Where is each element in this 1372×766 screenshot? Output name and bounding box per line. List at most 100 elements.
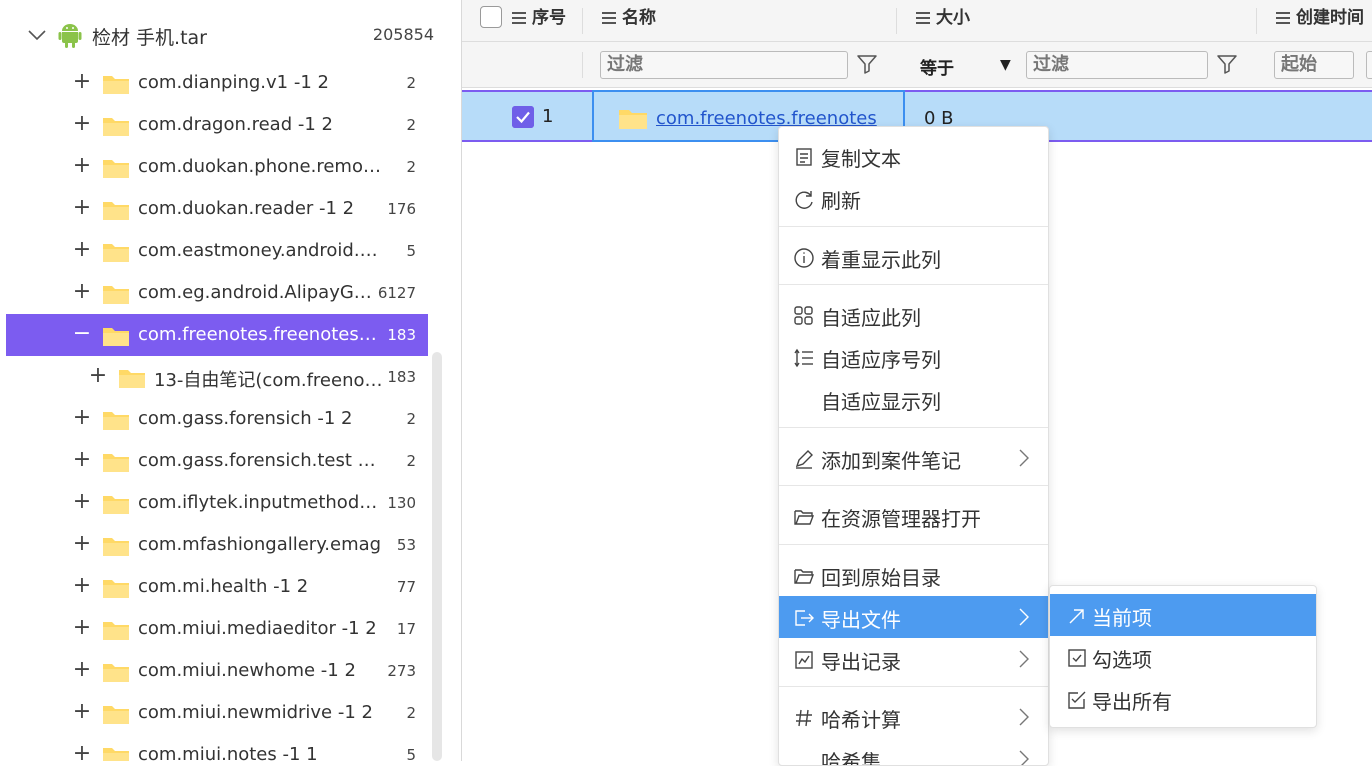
expand-icon[interactable]: + (72, 617, 92, 640)
tree-item-count: 2 (406, 158, 416, 176)
name-filter-input[interactable]: 过滤 (600, 51, 848, 79)
folder-icon (103, 328, 129, 346)
expand-icon[interactable]: + (72, 491, 92, 514)
col-header-size-label: 大小 (936, 8, 970, 28)
expand-icon[interactable]: + (72, 659, 92, 682)
menu-item-refresh[interactable]: 刷新 (779, 177, 1048, 219)
tree-item[interactable]: + com.duokan.reader -1 2 176 (6, 188, 428, 230)
menu-item-hash-set[interactable]: 哈希集 (779, 738, 1048, 766)
menu-item-goto-original[interactable]: 回到原始目录 (779, 554, 1048, 596)
filter-icon[interactable] (1216, 53, 1238, 75)
select-all-checkbox[interactable] (480, 6, 502, 28)
caret-down-icon[interactable]: ▼ (1000, 57, 1011, 73)
chevron-right-icon (1019, 750, 1029, 765)
tree-item[interactable]: + com.miui.notes -1 1 5 (6, 734, 428, 761)
folder-icon (103, 580, 129, 598)
expand-icon[interactable]: + (72, 239, 92, 262)
date-start-input[interactable]: 起始 (1274, 51, 1354, 79)
folder-icon (103, 706, 129, 724)
menu-item-highlight[interactable]: 着重显示此列 (779, 236, 1048, 278)
column-menu-icon (916, 12, 930, 24)
submenu-item-label: 导出所有 (1092, 690, 1172, 714)
menu-item-export-files[interactable]: 导出文件 (779, 596, 1048, 638)
tree-item[interactable]: − com.freenotes.freenotes -1 2 183 (6, 314, 428, 356)
tree-item[interactable]: + com.miui.mediaeditor -1 2 17 (6, 608, 428, 650)
submenu-item[interactable]: 勾选项 (1050, 636, 1316, 678)
expand-icon[interactable]: + (72, 197, 92, 220)
menu-item-label: 添加到案件笔记 (821, 449, 961, 473)
col-separator[interactable] (1256, 8, 1257, 34)
size-filter-input[interactable]: 过滤 (1026, 51, 1208, 79)
menu-separator (779, 226, 1048, 227)
tree-item[interactable]: + com.dianping.v1 -1 2 2 (6, 62, 428, 104)
tree-item[interactable]: + com.miui.newmidrive -1 2 2 (6, 692, 428, 734)
tree-item-label: com.miui.mediaeditor -1 2 (138, 618, 377, 639)
tree-item-label: com.mfashiongallery.emag (138, 534, 382, 555)
expand-icon[interactable]: + (72, 449, 92, 472)
edit-icon (795, 450, 813, 469)
submenu-item[interactable]: 导出所有 (1050, 678, 1316, 720)
tree-item-label: com.gass.forensich.test -1 2 (138, 450, 382, 471)
menu-item-open-explorer[interactable]: 在资源管理器打开 (779, 495, 1048, 537)
menu-item-add-note[interactable]: 添加到案件笔记 (779, 437, 1048, 479)
folder-icon (619, 110, 647, 129)
chevron-right-icon (1019, 650, 1029, 668)
submenu-item-label: 勾选项 (1092, 648, 1152, 672)
date-end-input[interactable] (1366, 51, 1372, 79)
tree-item[interactable]: + com.eastmoney.android.berlin 5 (6, 230, 428, 272)
col-separator[interactable] (582, 8, 583, 34)
menu-item-fit-index[interactable]: 自适应序号列 (779, 336, 1048, 378)
chevron-down-icon[interactable] (26, 25, 48, 45)
expand-icon[interactable]: + (72, 281, 92, 304)
row-checkbox[interactable] (512, 106, 534, 128)
tree-item[interactable]: + com.iflytek.inputmethod.miui 130 (6, 482, 428, 524)
chart-icon (795, 651, 813, 669)
menu-item-label: 哈希集 (821, 750, 881, 766)
tree-item[interactable]: +13-自由笔记(com.freenotes.freenotes)183 (6, 356, 428, 398)
expand-icon[interactable]: + (72, 407, 92, 430)
tree-item[interactable]: + com.dragon.read -1 2 2 (6, 104, 428, 146)
menu-item-copy[interactable]: 复制文本 (779, 135, 1048, 177)
size-operator-select[interactable]: 等于 (920, 54, 954, 79)
expand-icon[interactable]: + (72, 533, 92, 556)
folder-icon (103, 748, 129, 761)
submenu-item[interactable]: 当前项 (1050, 594, 1316, 636)
folder-icon (103, 412, 129, 430)
menu-item-hash[interactable]: 哈希计算 (779, 696, 1048, 738)
menu-item-fit-visible[interactable]: 自适应显示列 (779, 378, 1048, 420)
expand-icon[interactable]: + (72, 155, 92, 178)
tree-root[interactable]: 检材 手机.tar 205854 (0, 12, 446, 58)
menu-item-export-records[interactable]: 导出记录 (779, 638, 1048, 680)
menu-item-label: 自适应序号列 (821, 348, 941, 372)
expand-icon[interactable]: + (88, 365, 108, 388)
menu-separator (779, 686, 1048, 687)
tree-item[interactable]: + com.eg.android.AlipayGphone6127 (6, 272, 428, 314)
tree-item[interactable]: + com.gass.forensich -1 2 2 (6, 398, 428, 440)
expand-icon[interactable]: + (72, 575, 92, 598)
tree-item[interactable]: + com.mi.health -1 2 77 (6, 566, 428, 608)
menu-item-label: 复制文本 (821, 147, 901, 171)
expand-icon[interactable]: + (72, 743, 92, 762)
tree-item-label: com.gass.forensich -1 2 (138, 408, 353, 429)
expand-icon[interactable]: + (72, 701, 92, 724)
expand-icon[interactable]: + (72, 71, 92, 94)
col-header-name[interactable]: 名称 (602, 0, 656, 42)
column-menu-icon (1276, 12, 1290, 24)
tree-item[interactable]: + com.gass.forensich.test -1 2 2 (6, 440, 428, 482)
tree-item[interactable]: + com.mfashiongallery.emag 53 (6, 524, 428, 566)
tree-item-label: 13-自由笔记(com.freenotes.freenotes) (154, 370, 386, 391)
collapse-icon[interactable]: − (72, 323, 92, 346)
col-separator[interactable] (896, 8, 897, 34)
hash-icon (796, 709, 812, 727)
filter-icon[interactable] (856, 53, 878, 75)
expand-icon[interactable]: + (72, 113, 92, 136)
col-header-created[interactable]: 创建时间 (1276, 0, 1364, 42)
tree-scrollbar[interactable] (432, 352, 442, 761)
tree-item[interactable]: + com.duokan.phone.remotecontroller 2 (6, 146, 428, 188)
menu-item-fit-col[interactable]: 自适应此列 (779, 294, 1048, 336)
col-header-index[interactable]: 序号 (512, 0, 566, 42)
tree-item[interactable]: + com.miui.newhome -1 2 273 (6, 650, 428, 692)
col-header-size[interactable]: 大小 (916, 0, 970, 42)
table-header: 序号 名称 大小 创建时间 (462, 0, 1372, 42)
tree-item-count: 17 (396, 620, 416, 638)
